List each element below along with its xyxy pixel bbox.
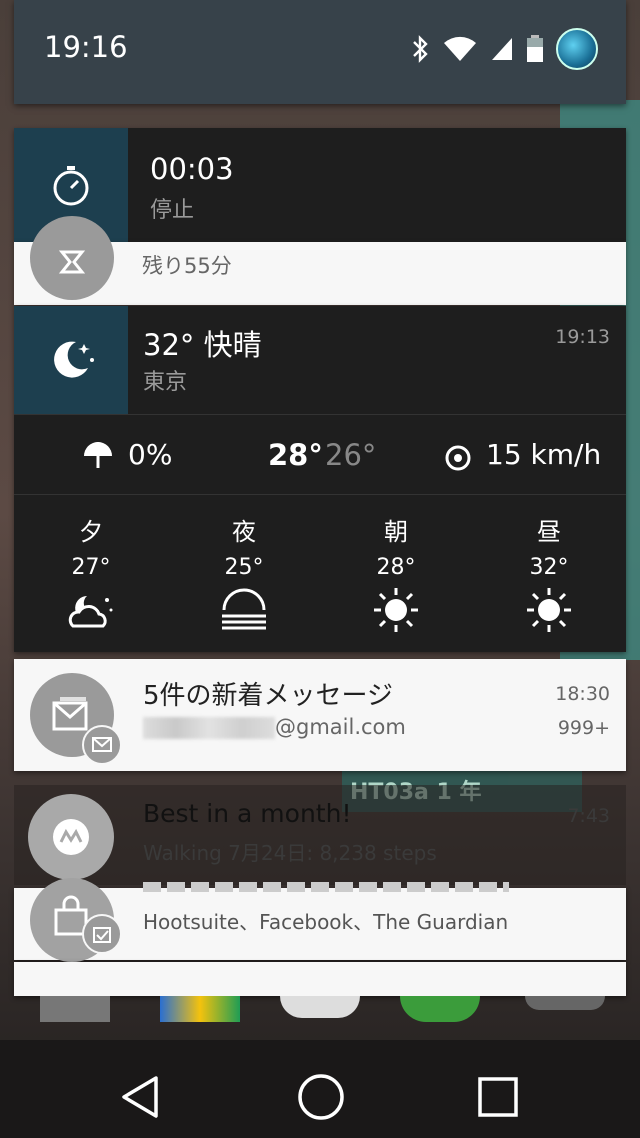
weather-details: 0% 28° 26° 15 km/h (14, 420, 626, 494)
home-button[interactable] (296, 1072, 346, 1122)
hourglass-icon (58, 250, 86, 274)
gmail-account-blurred (143, 717, 275, 739)
timer-notification[interactable]: 残り55分 (14, 216, 626, 305)
wind-icon (445, 445, 471, 471)
fit-time: 7:43 (567, 805, 610, 827)
forecast-label: 昼 (537, 518, 561, 546)
gmail-count: 999+ (557, 717, 610, 739)
forecast-label: 夜 (232, 518, 256, 546)
umbrella-icon (84, 442, 112, 468)
temp-high: 28° (268, 438, 323, 472)
sun-icon (527, 588, 571, 632)
collapsed-notification[interactable] (14, 962, 626, 996)
dock-area (0, 996, 640, 1040)
forecast-temp: 28° (376, 555, 416, 580)
stopwatch-time: 00:03 (150, 152, 234, 186)
dock-app-1 (40, 996, 110, 1022)
dock-app-5 (525, 996, 605, 1010)
gmail-title: 5件の新着メッセージ (143, 681, 394, 711)
status-bar: 19:16 (14, 0, 626, 104)
wind-speed: 15 km/h (486, 438, 602, 471)
user-avatar[interactable] (556, 28, 598, 70)
gmail-badge-icon (82, 725, 122, 765)
wifi-icon (444, 36, 476, 61)
weather-city: 東京 (143, 370, 188, 395)
forecast-label: 夕 (79, 518, 103, 546)
weather-current: 32° 快晴 (143, 328, 262, 362)
updates-title-cut (143, 882, 509, 892)
forecast-temp: 25° (224, 555, 264, 580)
fit-title: Best in a month! (143, 799, 352, 828)
sun-icon (374, 588, 418, 632)
fit-icon-circle (28, 794, 114, 880)
signal-icon (492, 38, 512, 60)
timer-remaining: 残り55分 (142, 254, 232, 278)
dock-app-4 (400, 996, 480, 1022)
haze-icon (222, 588, 266, 630)
back-button[interactable] (118, 1074, 164, 1120)
battery-icon (527, 35, 543, 62)
play-store-badge-icon (82, 914, 122, 954)
stopwatch-state: 停止 (150, 198, 195, 223)
forecast-morning: 朝 28° (346, 512, 446, 638)
fit-icon (53, 819, 89, 855)
updates-apps: Hootsuite、Facebook、The Guardian (143, 910, 509, 934)
temp-low: 26° (325, 438, 377, 472)
dock-app-2 (160, 996, 240, 1022)
precip-chance: 0% (128, 438, 173, 471)
gmail-time: 18:30 (555, 683, 610, 705)
weather-icon-tile (14, 306, 128, 414)
dock-app-3 (280, 996, 360, 1018)
moon-stars-icon (54, 341, 94, 378)
recents-button[interactable] (476, 1075, 520, 1119)
clock: 19:16 (44, 30, 128, 64)
forecast-night: 夜 25° (194, 512, 294, 638)
weather-divider-2 (14, 494, 626, 495)
weather-divider (14, 414, 626, 415)
night-partly-cloudy-icon (68, 596, 113, 628)
fit-detail: Walking 7月24日: 8,238 steps (143, 841, 437, 865)
forecast-evening: 夕 27° (41, 512, 141, 638)
forecast-label: 朝 (384, 518, 408, 546)
forecast-temp: 32° (529, 555, 569, 580)
gmail-notification[interactable]: 5件の新着メッセージ @gmail.com 18:30 999+ (14, 659, 626, 771)
hourglass-icon-circle (30, 216, 114, 300)
navigation-bar (0, 1040, 640, 1138)
bluetooth-icon (413, 35, 428, 63)
weather-updated-time: 19:13 (555, 326, 610, 348)
forecast-noon: 昼 32° (499, 512, 599, 638)
gmail-account: @gmail.com (275, 715, 406, 739)
forecast-temp: 27° (71, 555, 111, 580)
